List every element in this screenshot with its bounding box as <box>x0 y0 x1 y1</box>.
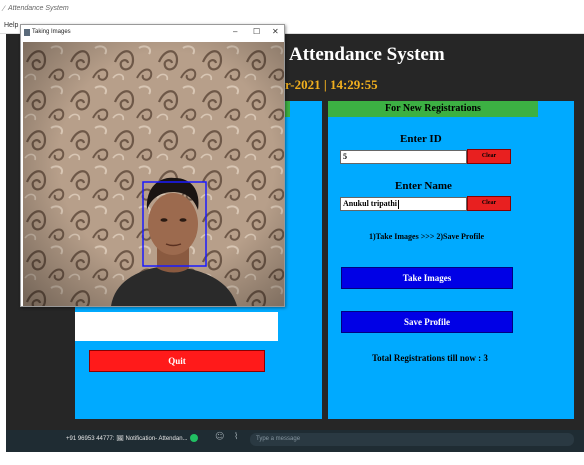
attachment-icon[interactable]: ⌇ <box>234 432 238 442</box>
clear-name-button[interactable]: Clear <box>467 196 511 211</box>
total-registrations-label: Total Registrations till now : 3 <box>372 353 488 363</box>
registration-panel <box>328 101 574 419</box>
maximize-icon[interactable]: ☐ <box>253 27 260 36</box>
clear-id-button[interactable]: Clear <box>467 149 511 164</box>
camera-titlebar[interactable]: Taking Images – ☐ ✕ <box>21 25 284 41</box>
camera-window[interactable]: Taking Images – ☐ ✕ <box>20 24 285 307</box>
enter-name-label: Enter Name <box>395 180 452 192</box>
registration-header: For New Registrations <box>328 101 538 117</box>
emoji-icon[interactable]: ☺ <box>215 432 224 442</box>
page-title: Attendance System <box>289 44 445 65</box>
message-input[interactable]: Type a message <box>250 433 574 446</box>
name-input-value: Anukul tripathi <box>343 199 398 208</box>
notification-text[interactable]: +91 96953 44777: 🖼 Notification- Attenda… <box>66 435 188 442</box>
text-caret <box>398 199 400 209</box>
quit-button[interactable]: Quit <box>89 350 265 372</box>
take-images-button[interactable]: Take Images <box>341 267 513 289</box>
camera-feed <box>23 42 284 306</box>
attendance-list <box>75 312 278 341</box>
menu-help[interactable]: Help <box>4 22 18 29</box>
minimize-icon[interactable]: – <box>233 27 237 36</box>
camera-frame-image <box>23 42 284 306</box>
datetime-label: ber-2021 | 14:29:55 <box>272 77 378 92</box>
camera-window-title: Taking Images <box>32 29 71 35</box>
save-profile-button[interactable]: Save Profile <box>341 311 513 333</box>
window-app-icon <box>24 29 30 36</box>
notification-badge <box>190 434 198 442</box>
app-window-title: Attendance System <box>8 5 69 12</box>
feather-icon: ⁄ <box>3 4 5 13</box>
enter-id-label: Enter ID <box>400 133 442 145</box>
instructions-text: 1)Take Images >>> 2)Save Profile <box>369 232 484 241</box>
app-titlebar: ⁄ Attendance System <box>0 0 584 22</box>
name-input[interactable]: Anukul tripathi <box>340 197 467 211</box>
id-input[interactable]: 5 <box>340 150 467 164</box>
close-icon[interactable]: ✕ <box>272 27 279 36</box>
